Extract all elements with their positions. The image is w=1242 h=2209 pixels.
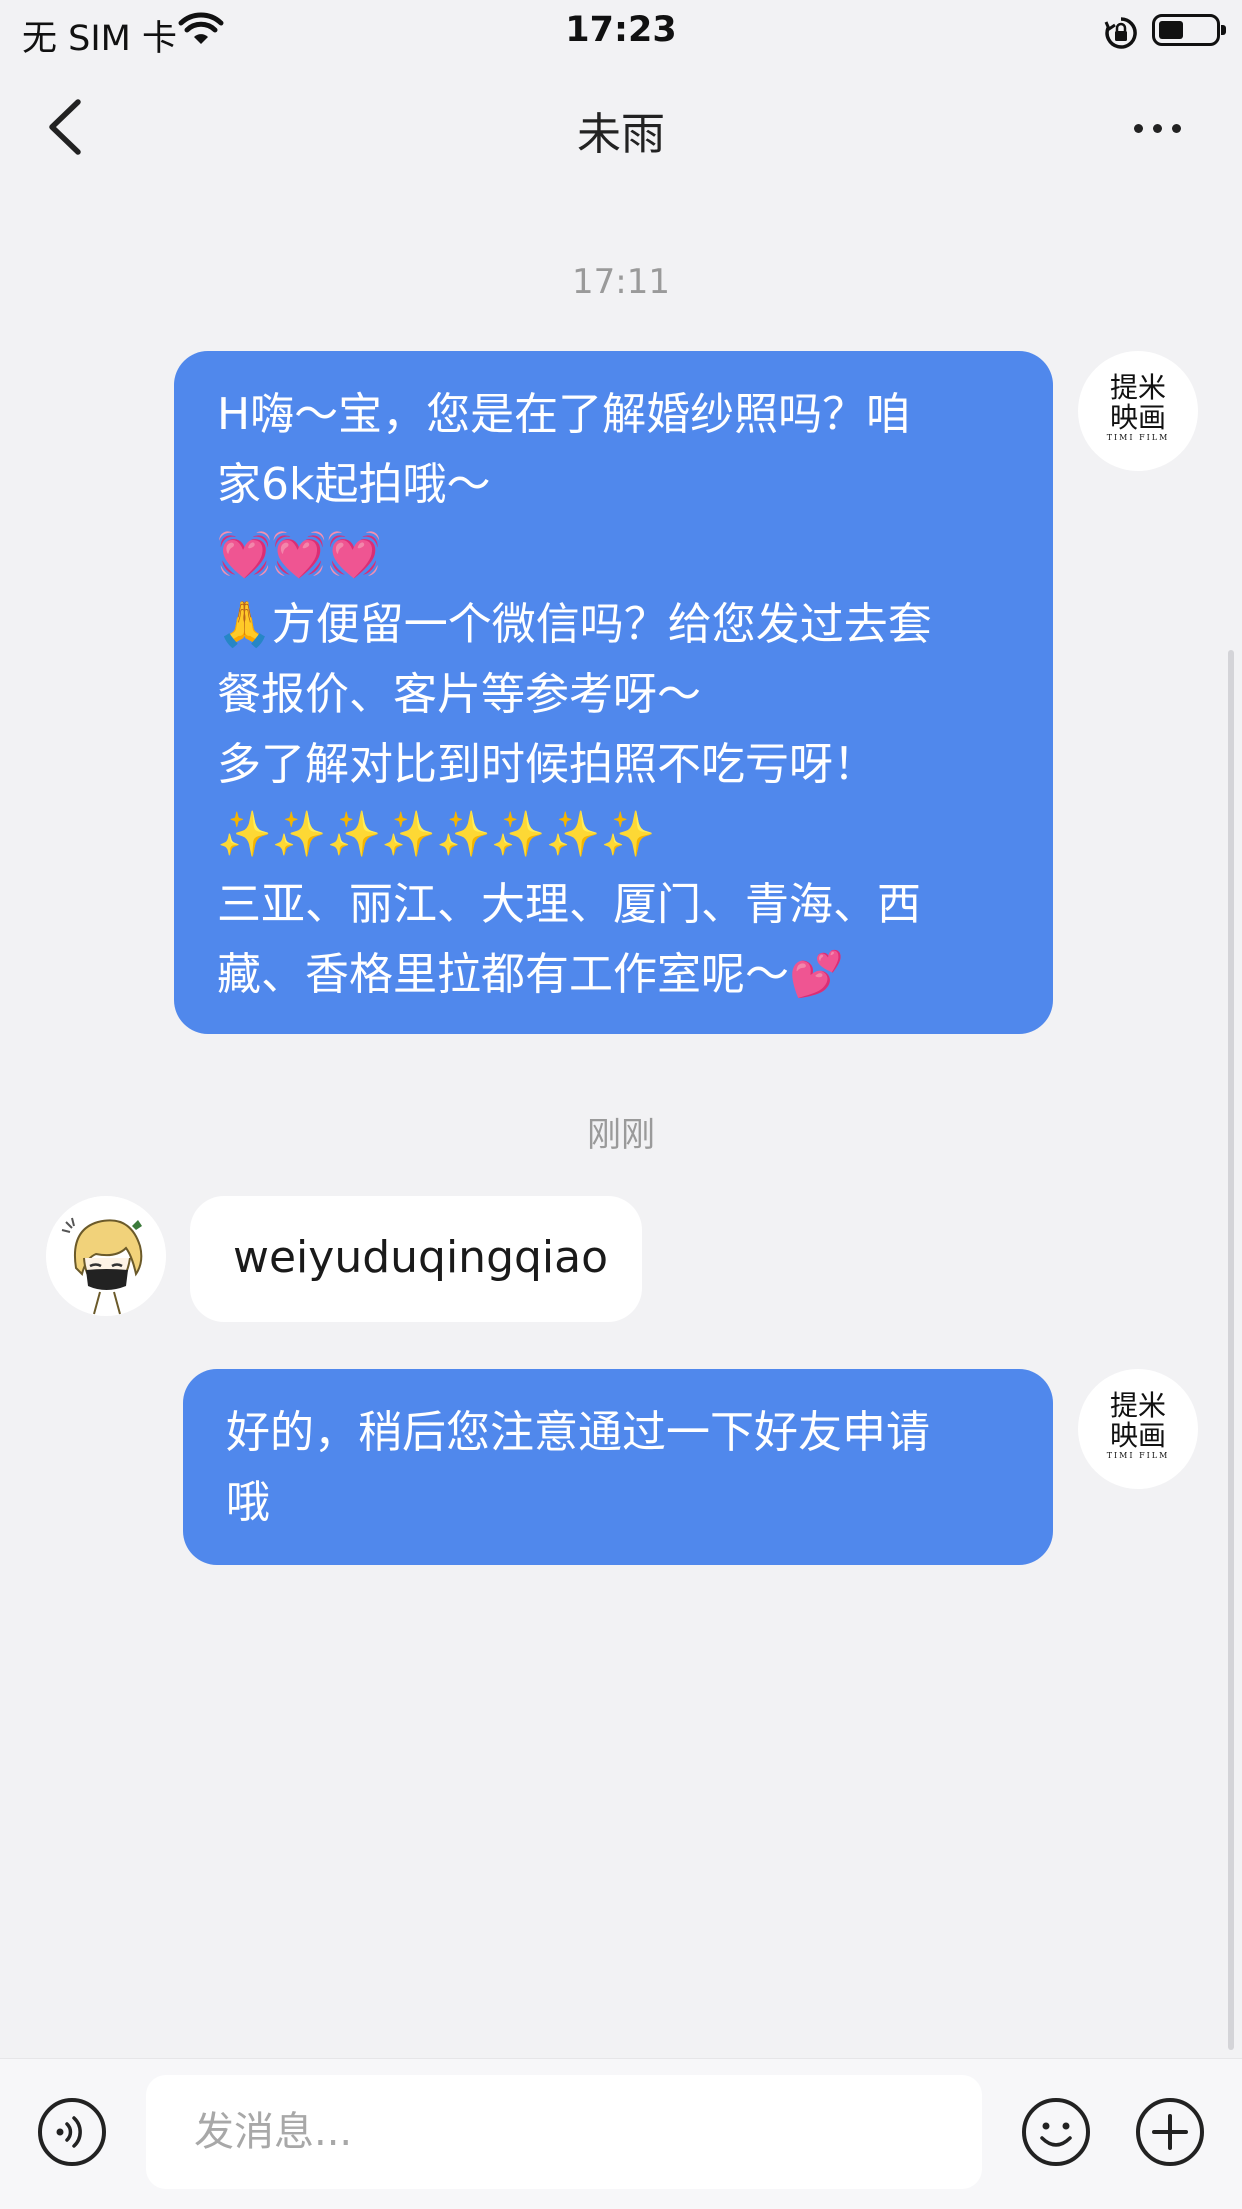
message-line: 💓💓💓: [217, 529, 382, 580]
nav-bar: 未雨: [0, 62, 1242, 192]
timestamp-label: 刚刚: [587, 1115, 655, 1155]
message-line: H嗨～宝，您是在了解婚纱照吗？咱: [217, 389, 911, 440]
plus-icon[interactable]: [1134, 2096, 1206, 2168]
cartoon-avatar-icon: [46, 1196, 166, 1316]
message-line: 哦: [226, 1477, 270, 1528]
contact-avatar[interactable]: [46, 1196, 166, 1316]
battery-icon: [1152, 14, 1226, 46]
message-line: 藏、香格里拉都有工作室呢～💕: [217, 949, 844, 1000]
sender-avatar[interactable]: 提米 映画 TIMI FILM: [1078, 1369, 1198, 1489]
status-bar: 无 SIM 卡 17:23: [0, 0, 1242, 62]
message-text: weiyuduqingqiao: [233, 1232, 609, 1283]
outgoing-message-bubble[interactable]: H嗨～宝，您是在了解婚纱照吗？咱 家6k起拍哦～ 💓💓💓 🙏方便留一个微信吗？给…: [174, 351, 1053, 1034]
scrollbar[interactable]: [1228, 650, 1234, 2050]
emoji-icon[interactable]: [1020, 2096, 1092, 2168]
voice-icon[interactable]: [36, 2096, 108, 2168]
orientation-lock-icon: [1104, 17, 1137, 49]
sender-avatar[interactable]: 提米 映画 TIMI FILM: [1078, 351, 1198, 471]
ellipsis-icon[interactable]: [1128, 106, 1188, 146]
message-line: 三亚、丽江、大理、厦门、青海、西: [217, 879, 921, 930]
timestamp-label: 17:11: [572, 262, 670, 302]
status-time: 17:23: [565, 10, 677, 50]
message-line: 家6k起拍哦～: [217, 459, 491, 510]
brand-logo: 提米 映画 TIMI FILM: [1106, 1389, 1170, 1461]
page-title: 未雨: [577, 109, 665, 160]
outgoing-message-bubble[interactable]: 好的，稍后您注意通过一下好友申请 哦: [183, 1369, 1053, 1565]
message-line: 多了解对比到时候拍照不吃亏呀！: [217, 739, 877, 790]
incoming-message-bubble[interactable]: weiyuduqingqiao: [190, 1196, 642, 1322]
message-line: 好的，稍后您注意通过一下好友申请: [226, 1407, 930, 1458]
message-line: ✨✨✨✨✨✨✨✨: [217, 809, 656, 860]
message-input[interactable]: [146, 2075, 982, 2189]
brand-logo: 提米 映画 TIMI FILM: [1106, 371, 1170, 443]
message-line: 餐报价、客片等参考呀～: [217, 669, 701, 720]
message-line: 🙏方便留一个微信吗？给您发过去套: [217, 599, 932, 650]
